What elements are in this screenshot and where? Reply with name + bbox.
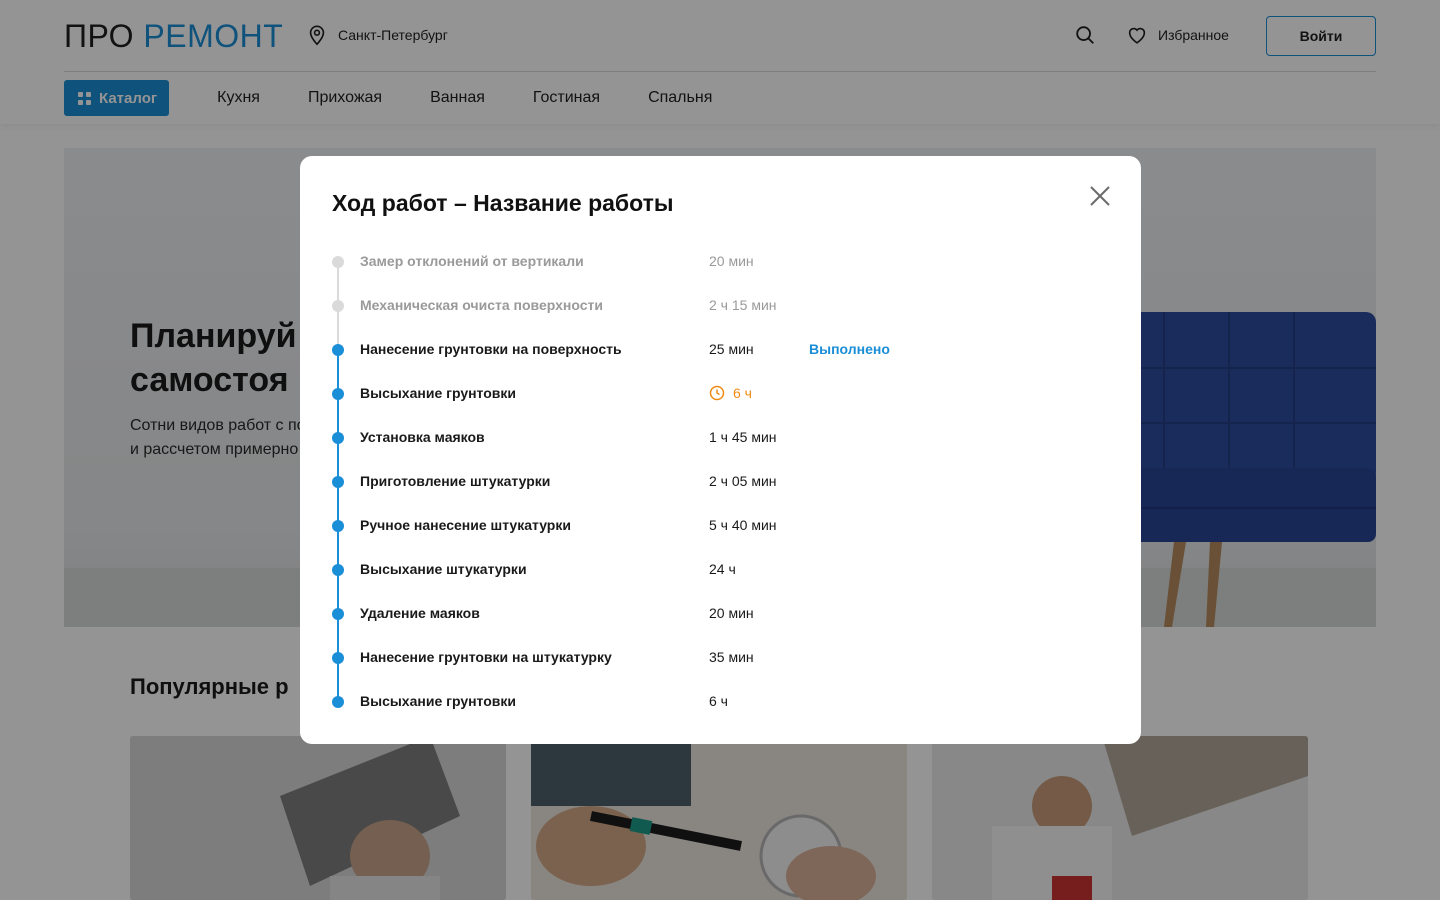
step-duration: 1 ч 45 мин <box>709 429 777 445</box>
step-duration: 25 мин <box>709 341 754 357</box>
timeline-step: Установка маяков 1 ч 45 мин <box>332 416 1112 482</box>
step-duration-value: 6 ч <box>709 693 728 709</box>
step-name: Установка маяков <box>360 429 485 445</box>
step-name: Удаление маяков <box>360 605 480 621</box>
timeline-step: Нанесение грунтовки на штукатурку 35 мин <box>332 636 1112 702</box>
work-progress-modal: Ход работ – Название работы Замер отклон… <box>300 156 1141 744</box>
timeline-step: Приготовление штукатурки 2 ч 05 мин <box>332 460 1112 526</box>
step-duration: 6 ч <box>709 385 752 401</box>
timeline-dot <box>332 388 344 400</box>
modal-title: Ход работ – Название работы <box>332 190 674 216</box>
timeline-dot <box>332 432 344 444</box>
step-name: Приготовление штукатурки <box>360 473 551 489</box>
step-name: Высыхание грунтовки <box>360 693 517 709</box>
timeline-step: Высыхание штукатурки 24 ч <box>332 548 1112 614</box>
step-duration-value: 35 мин <box>709 649 754 665</box>
timeline-dot <box>332 652 344 664</box>
close-icon[interactable] <box>1087 183 1113 209</box>
timeline-dot <box>332 476 344 488</box>
step-name: Высыхание штукатурки <box>360 561 527 577</box>
step-duration-value: 20 мин <box>709 605 754 621</box>
timeline-step: Нанесение грунтовки на поверхность 25 мин… <box>332 328 1112 394</box>
step-duration: 20 мин <box>709 253 754 269</box>
timeline-step: Удаление маяков 20 мин <box>332 592 1112 658</box>
step-name: Механическая очиста поверхности <box>360 297 603 313</box>
timeline-dot <box>332 696 344 708</box>
step-duration-value: 6 ч <box>733 385 752 401</box>
step-duration: 2 ч 05 мин <box>709 473 777 489</box>
step-name: Высыхание грунтовки <box>360 385 517 401</box>
steps-timeline: Замер отклонений от вертикали 20 мин Механ… <box>332 240 1112 724</box>
step-name: Нанесение грунтовки на штукатурку <box>360 649 612 665</box>
step-duration-value: 2 ч 05 мин <box>709 473 777 489</box>
timeline-step: Замер отклонений от вертикали 20 мин <box>332 240 1112 306</box>
timeline-dot <box>332 520 344 532</box>
step-duration-value: 5 ч 40 мин <box>709 517 777 533</box>
step-status-done[interactable]: Выполнено <box>809 341 890 357</box>
timeline-dot <box>332 608 344 620</box>
timeline-step: Высыхание грунтовки 6 ч <box>332 680 1112 724</box>
timeline-step: Механическая очиста поверхности 2 ч 15 ми… <box>332 284 1112 350</box>
step-duration-value: 1 ч 45 мин <box>709 429 777 445</box>
timeline-dot <box>332 344 344 356</box>
timeline-step: Высыхание грунтовки 6 ч <box>332 372 1112 438</box>
timeline-step: Ручное нанесение штукатурки 5 ч 40 мин <box>332 504 1112 570</box>
timeline-dot <box>332 564 344 576</box>
step-duration: 20 мин <box>709 605 754 621</box>
step-duration: 5 ч 40 мин <box>709 517 777 533</box>
step-duration: 2 ч 15 мин <box>709 297 777 313</box>
timeline-dot <box>332 300 344 312</box>
step-duration-value: 25 мин <box>709 341 754 357</box>
step-duration: 24 ч <box>709 561 736 577</box>
step-duration: 6 ч <box>709 693 728 709</box>
timeline-dot <box>332 256 344 268</box>
step-duration: 35 мин <box>709 649 754 665</box>
step-duration-value: 20 мин <box>709 253 754 269</box>
step-name: Замер отклонений от вертикали <box>360 253 584 269</box>
step-name: Нанесение грунтовки на поверхность <box>360 341 622 357</box>
step-duration-value: 24 ч <box>709 561 736 577</box>
step-duration-value: 2 ч 15 мин <box>709 297 777 313</box>
clock-icon <box>709 385 725 401</box>
step-name: Ручное нанесение штукатурки <box>360 517 571 533</box>
